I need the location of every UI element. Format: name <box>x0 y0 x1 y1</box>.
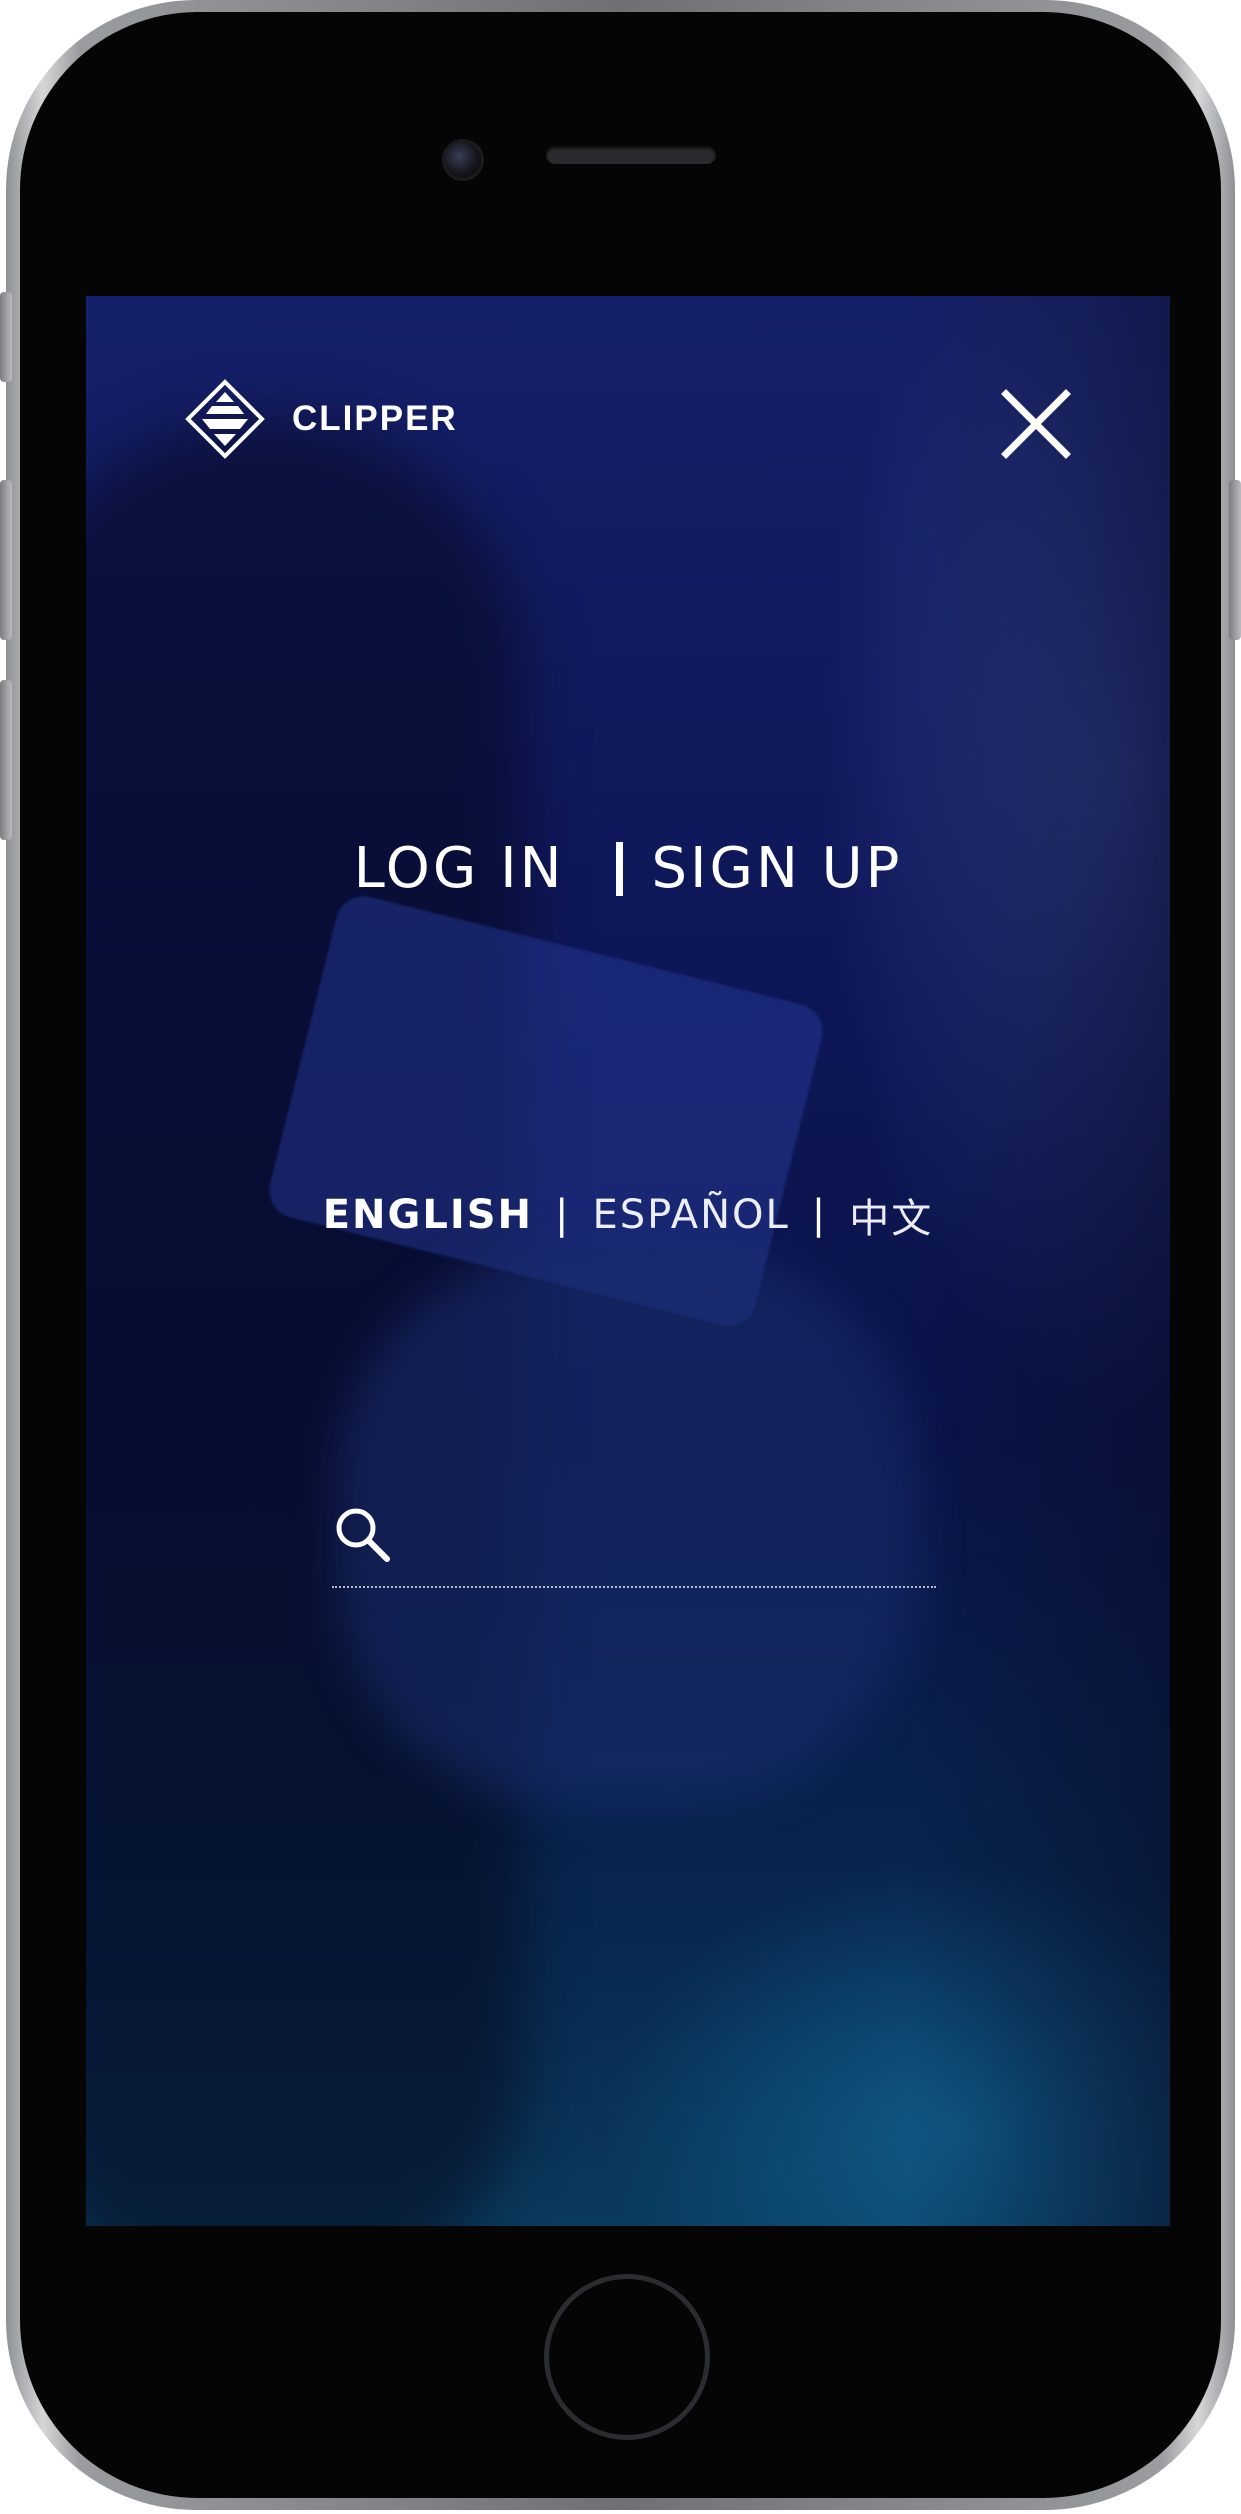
clipper-logo-icon <box>185 379 265 459</box>
search-field[interactable] <box>332 1494 936 1590</box>
volume-up-button <box>0 480 12 640</box>
auth-links: LOG IN SIGN UP <box>86 836 1170 901</box>
language-selector: ENGLISH | ESPAÑOL | 中文 <box>86 1186 1170 1244</box>
language-chinese[interactable]: 中文 <box>849 1186 933 1244</box>
app-screen: CLIPPER LOG IN SIGN UP ENGLISH | ESPAÑOL… <box>86 296 1170 2226</box>
language-english[interactable]: ENGLISH <box>323 1192 533 1238</box>
device-frame: CLIPPER LOG IN SIGN UP ENGLISH | ESPAÑOL… <box>0 0 1241 2510</box>
search-input[interactable] <box>410 1502 934 1568</box>
search-icon <box>336 1508 390 1562</box>
brand-logo[interactable]: CLIPPER <box>182 376 458 462</box>
background-coat-shadow <box>906 296 1170 2226</box>
close-icon <box>1001 389 1071 459</box>
power-button <box>1229 480 1241 640</box>
language-separator: | <box>555 1192 571 1238</box>
login-link[interactable]: LOG IN <box>354 836 565 901</box>
auth-divider <box>616 841 624 896</box>
home-button[interactable] <box>544 2274 710 2440</box>
signup-link[interactable]: SIGN UP <box>651 836 902 901</box>
volume-down-button <box>0 680 12 840</box>
close-button[interactable] <box>1000 388 1072 460</box>
front-camera <box>442 139 484 181</box>
search-underline <box>332 1586 936 1588</box>
mute-switch <box>0 292 12 382</box>
earpiece-speaker <box>546 146 716 164</box>
brand-name: CLIPPER <box>292 399 458 438</box>
language-spanish[interactable]: ESPAÑOL <box>593 1192 790 1238</box>
language-separator: | <box>811 1192 828 1238</box>
